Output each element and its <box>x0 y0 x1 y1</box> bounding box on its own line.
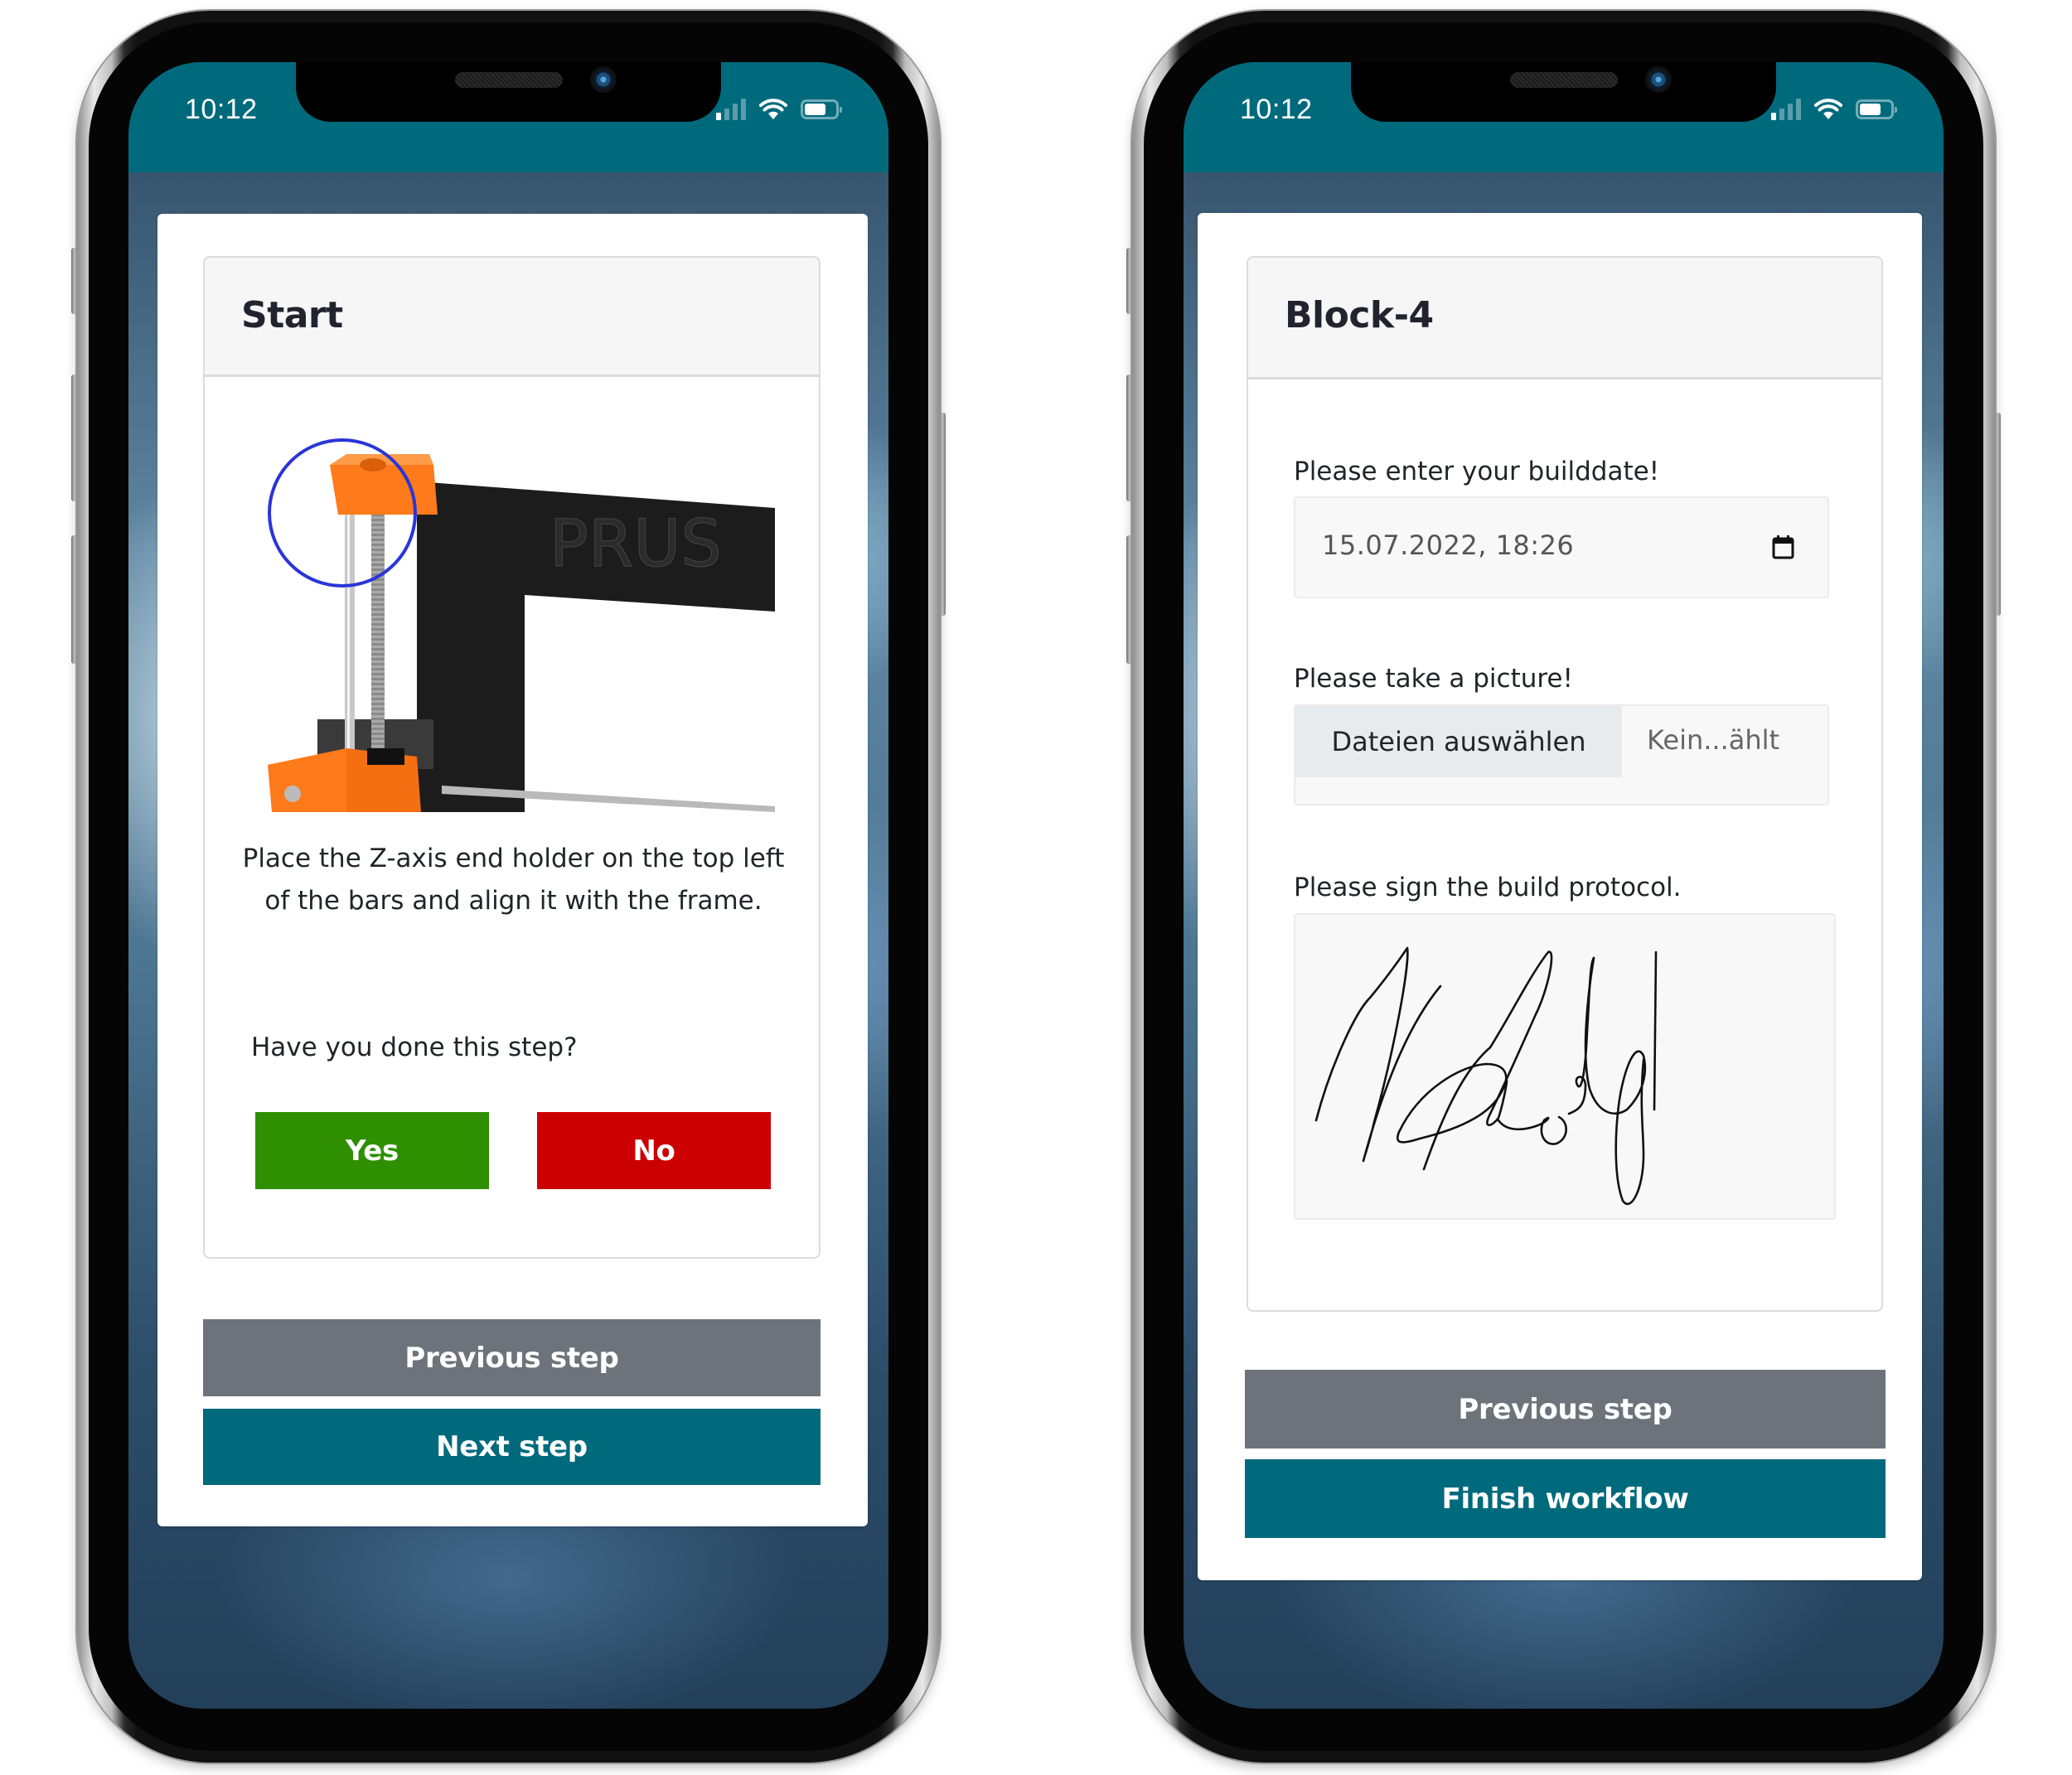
front-camera <box>590 66 617 93</box>
builddate-input[interactable]: 15.07.2022, 18:26 <box>1294 496 1829 598</box>
status-time: 10:12 <box>1240 94 1313 125</box>
signature-pad[interactable] <box>1294 913 1836 1220</box>
content-panel: Block-4 Please enter your builddate! 15.… <box>1198 213 1922 1580</box>
finish-workflow-button[interactable]: Finish workflow <box>1245 1459 1886 1538</box>
builddate-value: 15.07.2022, 18:26 <box>1322 530 1575 561</box>
choose-files-button[interactable]: Dateien auswählen <box>1295 706 1622 777</box>
phone-right: 10:12 Block-4 Please enter your builddat… <box>1126 11 2001 1763</box>
frame-lettering: PRUS <box>549 507 722 582</box>
picture-file-input[interactable]: Dateien auswählen Kein...ählt <box>1294 704 1829 805</box>
step-description: Place the Z-axis end holder on the top l… <box>242 844 785 916</box>
card-header: Block-4 <box>1248 258 1881 380</box>
signature-label: Please sign the build protocol. <box>1294 873 1682 902</box>
picture-label: Please take a picture! <box>1294 664 1573 694</box>
card-title: Block-4 <box>1285 294 1434 336</box>
phone-screen: 10:12 Block-4 Please enter your builddat… <box>1184 62 1944 1709</box>
phone-left: 10:12 Start PRUS Place the Z-axis end ho… <box>71 11 946 1763</box>
next-step-button[interactable]: Next step <box>203 1409 821 1485</box>
battery-icon <box>1856 99 1897 119</box>
content-panel: Start PRUS Place the Z-axis end holder o… <box>157 214 868 1526</box>
no-button[interactable]: No <box>537 1112 771 1189</box>
speaker-grille <box>455 72 563 88</box>
power-button <box>1994 413 2001 616</box>
cellular-signal-icon <box>1771 99 1801 120</box>
calendar-icon[interactable] <box>1772 534 1794 559</box>
previous-step-button[interactable]: Previous step <box>1245 1370 1886 1449</box>
phone-screen: 10:12 Start PRUS Place the Z-axis end ho… <box>128 62 888 1709</box>
yes-button[interactable]: Yes <box>255 1112 489 1189</box>
speaker-grille <box>1510 72 1618 88</box>
power-button <box>939 413 946 616</box>
card-title: Start <box>241 294 343 336</box>
form-card: Block-4 Please enter your builddate! 15.… <box>1247 256 1883 1312</box>
front-camera <box>1645 66 1672 93</box>
previous-step-button[interactable]: Previous step <box>203 1319 821 1396</box>
file-status-text: Kein...ählt <box>1647 724 1780 756</box>
status-time: 10:12 <box>185 94 258 125</box>
step-card: Start PRUS Place the Z-axis end holder o… <box>203 256 821 1259</box>
wifi-icon <box>1814 99 1842 119</box>
battery-icon <box>801 99 842 119</box>
signature-drawing <box>1314 946 1658 1206</box>
step-question: Have you done this step? <box>251 1033 578 1062</box>
builddate-label: Please enter your builddate! <box>1294 457 1660 486</box>
notch <box>1351 62 1776 122</box>
cellular-signal-icon <box>716 99 746 120</box>
notch <box>296 62 721 122</box>
step-image: PRUS <box>251 417 775 812</box>
wifi-icon <box>759 99 787 119</box>
card-header: Start <box>205 258 819 377</box>
